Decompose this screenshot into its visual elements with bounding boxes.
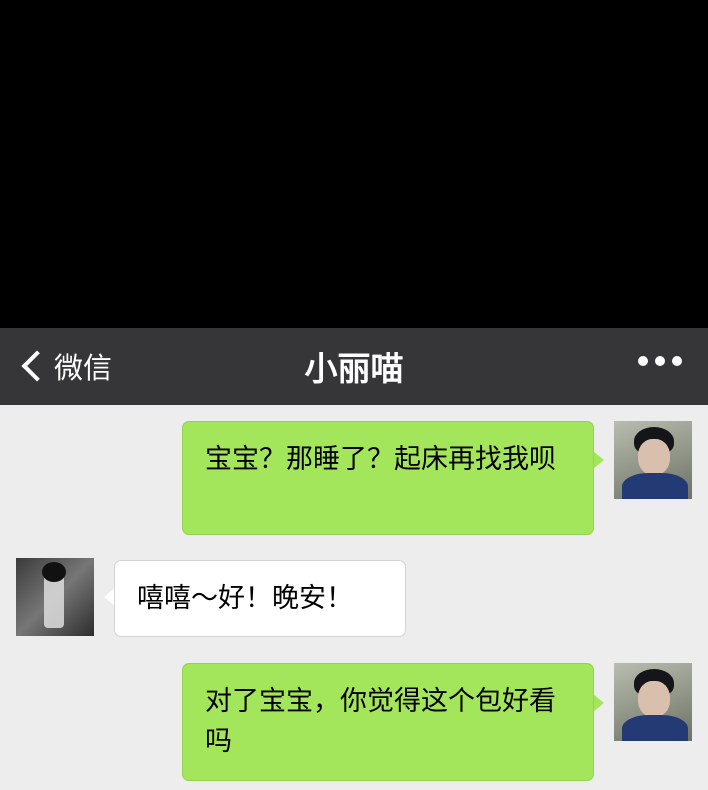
more-dots-icon xyxy=(655,356,665,366)
top-black-area xyxy=(0,0,708,328)
contact-avatar[interactable] xyxy=(16,558,94,636)
back-label: 微信 xyxy=(54,351,113,385)
more-dots-icon xyxy=(672,356,682,366)
bubble-tail xyxy=(593,451,604,469)
message-text: 宝宝？那睡了？起床再找我呗 xyxy=(205,444,556,475)
message-bubble-received[interactable]: 嘻嘻～好！晚安！ xyxy=(114,560,406,637)
message-bubble-sent[interactable]: 宝宝？那睡了？起床再找我呗 xyxy=(182,421,594,535)
bubble-tail xyxy=(593,694,604,712)
more-dots-icon xyxy=(638,356,648,366)
my-avatar[interactable] xyxy=(614,421,692,499)
more-button[interactable] xyxy=(638,356,682,366)
message-bubble-sent[interactable]: 对了宝宝，你觉得这个包好看吗 xyxy=(182,663,594,781)
nav-bar: 微信 小丽喵 xyxy=(0,328,708,405)
back-button[interactable]: 微信 xyxy=(16,344,112,388)
my-avatar[interactable] xyxy=(614,663,692,741)
chevron-left-icon xyxy=(21,350,53,382)
message-text: 嘻嘻～好！晚安！ xyxy=(137,583,353,614)
chat-area[interactable]: 宝宝？那睡了？起床再找我呗 嘻嘻～好！晚安！ 对了宝宝，你觉得这个包好看吗 xyxy=(0,405,708,790)
message-text: 对了宝宝，你觉得这个包好看吗 xyxy=(205,686,556,757)
